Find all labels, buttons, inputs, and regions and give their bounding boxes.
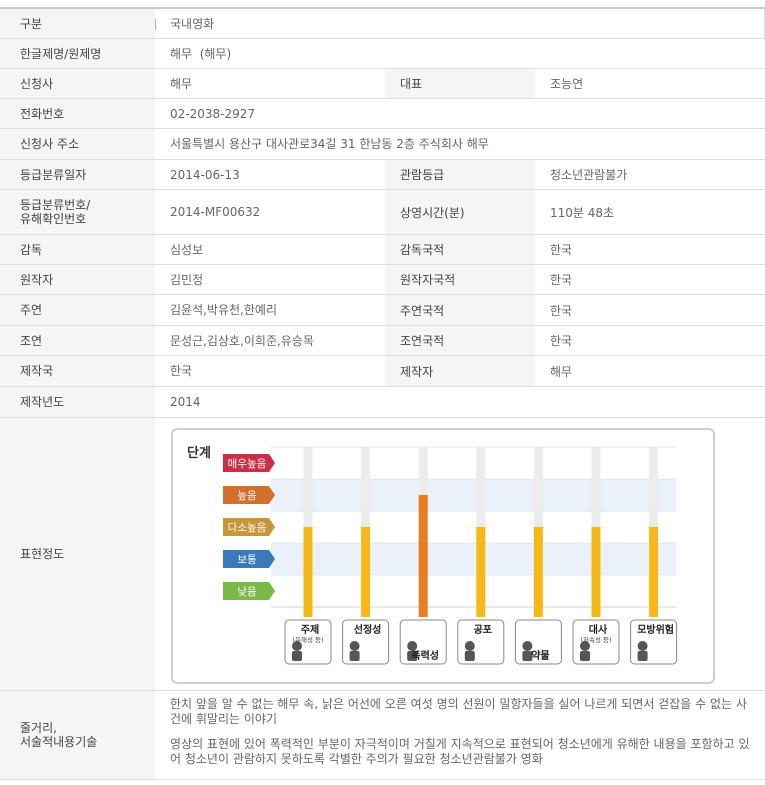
level-label: 다소높음 <box>228 522 267 534</box>
row-supporting-cast: 조연 문성근,김상호,이희준,유승목 조연국적 한국 <box>0 326 765 356</box>
row-rating-number: 등급분류번호/ 유해확인번호 2014-MF00632 상영시간(분) 110분… <box>0 190 765 235</box>
category-sublabel: (유해성 등) <box>292 635 323 644</box>
chart-title: 단계 <box>187 445 211 461</box>
value-rating-number: 2014-MF00632 <box>170 205 261 219</box>
level-label: 낮음 <box>237 586 257 598</box>
row-phone: 전화번호 02-2038-2927 <box>0 99 765 129</box>
label-synopsis: 줄거리, 서술적내용기술 <box>0 691 155 779</box>
bar-공포 <box>476 527 486 617</box>
label-production-country: 제작국 <box>0 356 155 386</box>
label-applicant: 신청사 <box>0 69 155 98</box>
value-lead-nationality: 한국 <box>550 303 573 318</box>
label-rating-date: 등급분류일자 <box>0 160 155 189</box>
bar-대사 <box>591 527 601 617</box>
label-representative: 대표 <box>385 69 535 98</box>
category-icon-figure <box>637 641 648 651</box>
value-title: 해무 (해무) <box>170 46 232 61</box>
label-address: 신청사 주소 <box>0 129 155 159</box>
bar-선정성 <box>361 527 371 617</box>
value-production-country: 한국 <box>170 364 193 378</box>
category-icon-figure <box>580 651 590 661</box>
row-address: 신청사 주소 서울특별시 용산구 대사관로34길 31 한남동 2층 주식회사 … <box>0 129 765 160</box>
label-rating-number: 등급분류번호/ 유해확인번호 <box>0 190 155 234</box>
value-address: 서울특별시 용산구 대사관로34길 31 한남동 2층 주식회사 해무 <box>170 137 489 151</box>
row-category: 구분 국내영화 <box>0 7 765 39</box>
label-lead-cast: 주연 <box>0 295 155 325</box>
label-supporting-cast: 조연 <box>0 326 155 355</box>
value-director: 심성보 <box>170 242 204 257</box>
label-director: 감독 <box>0 235 155 264</box>
synopsis-rating-reason: 영상의 표현에 있어 폭력적인 부분이 자극적이며 거칠게 지속적으로 표현되어… <box>170 737 750 766</box>
value-producer: 해무 <box>550 364 573 379</box>
label-author-nationality: 원작자국적 <box>385 265 535 294</box>
category-label: 선정성 <box>354 623 382 636</box>
value-category: 국내영화 <box>170 16 215 31</box>
label-phone: 전화번호 <box>0 99 155 128</box>
level-label: 보통 <box>237 554 257 566</box>
value-author: 김민정 <box>170 272 204 287</box>
label-producer: 제작자 <box>385 356 535 386</box>
category-label: 모방위험 <box>637 623 674 636</box>
value-rating-date: 2014-06-13 <box>170 167 240 182</box>
row-production-year: 제작년도 2014 <box>0 387 765 418</box>
value-runtime: 110분 48초 <box>550 205 615 220</box>
row-synopsis: 줄거리, 서술적내용기술 한치 앞을 알 수 없는 해무 속, 낡은 어선에 오… <box>0 691 765 780</box>
category-label: 약물 <box>531 649 549 662</box>
category-label: 대사 <box>589 623 608 636</box>
synopsis-text: 한치 앞을 알 수 없는 해무 속, 낡은 어선에 오른 여섯 명의 선원이 밀… <box>170 697 755 767</box>
category-icon-figure <box>292 651 302 661</box>
bar-폭력성 <box>418 495 428 617</box>
category-label: 폭력성 <box>411 649 439 662</box>
label-lead-nationality: 주연국적 <box>385 295 535 325</box>
label-title: 한글제명/원제명 <box>0 39 155 68</box>
category-sublabel: (저속성 등) <box>580 635 611 644</box>
value-applicant: 해무 <box>170 76 193 91</box>
label-expression-level: 표현정도 <box>0 418 155 690</box>
row-director: 감독 심성보 감독국적 한국 <box>0 235 765 265</box>
bar-주제 <box>303 527 313 617</box>
divider <box>155 19 156 30</box>
bar-약물 <box>533 527 543 617</box>
value-lead-cast: 김윤석,박유천,한예리 <box>170 303 277 317</box>
level-label: 높음 <box>237 490 257 502</box>
row-title: 한글제명/원제명 해무 (해무) <box>0 39 765 69</box>
row-applicant: 신청사 해무 대표 조능연 <box>0 69 765 99</box>
category-icon-figure <box>464 641 475 651</box>
label-supporting-nationality: 조연국적 <box>385 326 535 355</box>
rating-detail-sheet: 구분 국내영화 한글제명/원제명 해무 (해무) 신청사 해무 대표 조능연 전… <box>0 0 765 785</box>
chart-band <box>271 479 676 511</box>
category-label: 주제 <box>301 623 319 636</box>
category-icon-figure <box>349 641 360 651</box>
value-audience-grade: 청소년관람불가 <box>550 168 628 182</box>
chart-canvas: 단계매우높음높음다소높음보통낮음주제(유해성 등) 선정성폭력성 공포약물 대사(저속… <box>187 445 678 665</box>
label-audience-grade: 관람등급 <box>385 160 535 189</box>
level-label: 매우높음 <box>228 458 267 470</box>
bar-모방위험 <box>649 527 659 617</box>
label-director-nationality: 감독국적 <box>385 235 535 264</box>
value-author-nationality: 한국 <box>550 273 573 287</box>
synopsis-summary: 한치 앞을 알 수 없는 해무 속, 낡은 어선에 오른 여섯 명의 선원이 밀… <box>170 697 747 726</box>
row-lead-cast: 주연 김윤석,박유천,한예리 주연국적 한국 <box>0 295 765 326</box>
category-icon-figure <box>407 641 418 651</box>
expression-level-chart: 단계매우높음높음다소높음보통낮음주제 (유해성 등) 선정성폭력성 공포약물 대사 (저속… <box>171 428 715 684</box>
value-supporting-nationality: 한국 <box>550 334 573 348</box>
label-category: 구분 <box>0 9 155 38</box>
value-phone: 02-2038-2927 <box>170 106 256 121</box>
label-runtime: 상영시간(분) <box>385 190 535 234</box>
chart-band <box>271 543 676 575</box>
category-icon-figure <box>522 641 533 651</box>
label-author: 원작자 <box>0 265 155 294</box>
label-production-year: 제작년도 <box>0 387 155 417</box>
row-rating-date: 등급분류일자 2014-06-13 관람등급 청소년관람불가 <box>0 160 765 190</box>
category-icon-figure <box>464 651 475 661</box>
row-author: 원작자 김민정 원작자국적 한국 <box>0 265 765 295</box>
category-icon-figure <box>637 651 648 661</box>
value-production-year: 2014 <box>170 395 201 409</box>
category-icon-figure <box>349 651 360 661</box>
value-representative: 조능연 <box>550 77 584 91</box>
category-label: 공포 <box>474 624 492 636</box>
value-supporting-cast: 문성근,김상호,이희준,유승목 <box>170 333 314 348</box>
row-production-country: 제작국 한국 제작자 해무 <box>0 356 765 387</box>
value-director-nationality: 한국 <box>550 243 573 257</box>
